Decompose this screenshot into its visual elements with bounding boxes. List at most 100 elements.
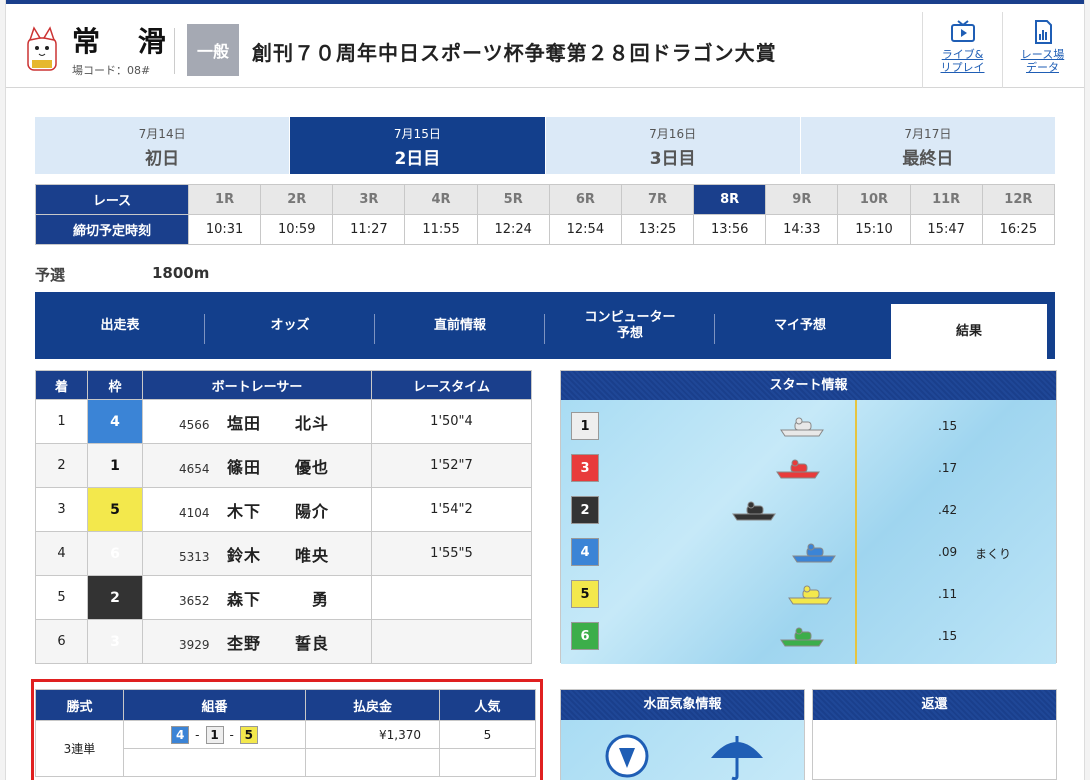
tab-odds[interactable]: オッズ (205, 292, 375, 359)
tab-before-info[interactable]: 直前情報 (375, 292, 545, 359)
tab-entries[interactable]: 出走表 (35, 292, 205, 359)
racer-cell: 4104 木下 陽介 (142, 487, 372, 532)
racer-name[interactable]: 塩田 北斗 (227, 414, 329, 433)
race-link-11R[interactable]: 11R (909, 184, 983, 215)
boat-icon (732, 501, 776, 521)
rank: 6 (35, 619, 88, 664)
data-label-2: データ (1026, 61, 1059, 74)
race-class: 予選 (35, 266, 66, 284)
table-row: 3 5 4104 木下 陽介 1'54"2 (35, 487, 532, 532)
race-distance: 1800m (152, 264, 210, 282)
racer-name[interactable]: 篠田 優也 (227, 458, 329, 477)
refund-title: 返還 (813, 690, 1056, 720)
waku: 3 (571, 454, 599, 482)
start-row: 6 .15 (571, 622, 1041, 652)
boat-icon (780, 627, 824, 647)
day-name: 3日目 (649, 149, 696, 169)
race-link-7R[interactable]: 7R (620, 184, 695, 215)
tab-results[interactable]: 結果 (891, 304, 1047, 359)
deadline-time: 14:33 (765, 214, 839, 245)
waku: 4 (87, 399, 143, 444)
day-date: 7月15日 (393, 127, 441, 141)
day-tab-3[interactable]: 7月16日 3日目 (545, 117, 800, 174)
tab-my-prediction[interactable]: マイ予想 (715, 292, 885, 359)
waku: 3 (87, 619, 143, 664)
boat-icon (792, 543, 836, 563)
day-name: 最終日 (902, 149, 954, 169)
start-row: 3 .17 (571, 454, 1041, 484)
rank: 5 (35, 575, 88, 620)
race-time: 1'50"4 (371, 399, 532, 444)
race-link-12R[interactable]: 12R (981, 184, 1056, 215)
day-tab-2[interactable]: 7月15日 2日目 (290, 117, 545, 174)
live-replay-button[interactable]: ライブ& リプレイ (922, 12, 1002, 88)
data-label-1: レース場 (1020, 48, 1065, 61)
race-time: 1'54"2 (371, 487, 532, 532)
live-label-1: ライブ& (941, 48, 984, 61)
race-link-2R[interactable]: 2R (260, 184, 334, 215)
racer-name[interactable]: 杢野 誓良 (227, 634, 329, 653)
tab-label-line2: 予想 (616, 325, 643, 341)
deadline-time: 13:25 (620, 214, 695, 245)
deadline-time: 12:54 (548, 214, 622, 245)
day-date: 7月17日 (904, 127, 952, 141)
venue-name: 常 滑 (72, 25, 180, 58)
racer-name[interactable]: 鈴木 唯央 (227, 546, 329, 565)
race-link-3R[interactable]: 3R (332, 184, 406, 215)
rain-umbrella-icon (711, 736, 763, 780)
race-link-4R[interactable]: 4R (404, 184, 478, 215)
col-racer: ボートレーサー (142, 370, 372, 400)
start-timing: .42 (938, 503, 958, 517)
document-chart-icon (1034, 20, 1052, 44)
results-table: 着 枠 ボートレーサー レースタイム 1 4 4566 塩田 北斗 1'50"4 … (35, 370, 532, 664)
combo-cell: 4- 1- 5 (123, 720, 306, 749)
waku: 2 (571, 496, 599, 524)
race-header: レース (35, 184, 189, 215)
racer-id: 3929 (179, 637, 210, 652)
tv-icon (950, 20, 975, 42)
racer-id: 3652 (179, 593, 210, 608)
start-timing: .15 (938, 629, 958, 643)
day-name: 初日 (145, 149, 180, 169)
race-link-1R[interactable]: 1R (187, 184, 262, 215)
tab-computer-prediction[interactable]: コンピューター 予想 (545, 292, 715, 359)
start-timing: .17 (938, 461, 958, 475)
combo-2nd: 1 (205, 725, 224, 744)
waku: 4 (571, 538, 599, 566)
race-time: 1'52"7 (371, 443, 532, 488)
start-info-body: 1 .15 3 .17 2 .42 4 .09 まくり 5 .11 6 .15 (561, 400, 1056, 664)
racer-name[interactable]: 森下 勇 (227, 590, 329, 609)
weather-title: 水面気象情報 (561, 690, 804, 720)
racer-name[interactable]: 木下 陽介 (227, 502, 329, 521)
day-tab-4[interactable]: 7月17日 最終日 (800, 117, 1055, 174)
waku: 5 (87, 487, 143, 532)
wind-direction-icon (605, 734, 649, 778)
combo-1st: 4 (171, 725, 190, 744)
start-timing: .15 (938, 419, 958, 433)
racer-id: 4566 (179, 417, 210, 432)
deadline-time: 11:27 (332, 214, 406, 245)
col-rank: 着 (35, 370, 88, 400)
racer-cell: 5313 鈴木 唯央 (142, 531, 372, 576)
boat-icon (788, 585, 832, 605)
race-time (371, 575, 532, 620)
racer-cell: 4654 篠田 優也 (142, 443, 372, 488)
day-date: 7月16日 (649, 127, 697, 141)
deadline-time: 10:31 (187, 214, 262, 245)
info-tabs: 出走表 オッズ 直前情報 コンピューター 予想 マイ予想 結果 (35, 292, 1055, 359)
race-link-8R[interactable]: 8R (693, 184, 767, 215)
venue-data-button[interactable]: レース場 データ (1002, 12, 1082, 88)
race-link-9R[interactable]: 9R (765, 184, 839, 215)
racer-id: 4654 (179, 461, 210, 476)
race-time (371, 619, 532, 664)
table-row: 5 2 3652 森下 勇 (35, 575, 532, 620)
race-link-10R[interactable]: 10R (837, 184, 911, 215)
race-link-6R[interactable]: 6R (548, 184, 622, 215)
col-bet-type: 勝式 (35, 689, 124, 721)
race-link-5R[interactable]: 5R (476, 184, 550, 215)
weather-panel: 水面気象情報 (560, 689, 805, 780)
col-popularity: 人気 (439, 689, 536, 721)
boat-icon (780, 417, 824, 437)
day-tab-1[interactable]: 7月14日 初日 (35, 117, 290, 174)
empty-cell (439, 748, 536, 777)
